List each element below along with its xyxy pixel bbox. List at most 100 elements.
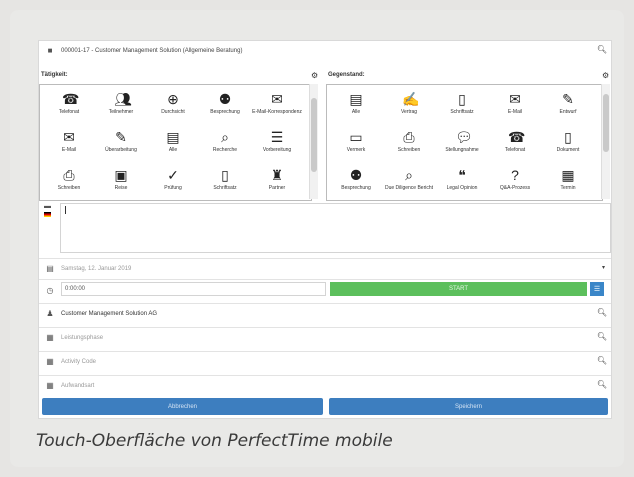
date-row[interactable]: ▤ Samstag, 12. Januar 2019 ▾ bbox=[39, 258, 611, 278]
note-icon: ▬ bbox=[44, 203, 51, 210]
taetigkeit-item-label: Schreiben bbox=[57, 185, 81, 191]
gegenstand-item-label: Schreiben bbox=[397, 147, 421, 153]
gegenstand-item[interactable]: ❝ Legal Opinion bbox=[437, 163, 487, 200]
taetigkeit-item[interactable]: ⚉ Besprechung bbox=[200, 87, 250, 125]
gegenstand-item[interactable]: ☎ Telefonat bbox=[490, 125, 540, 163]
table-icon: ▦ bbox=[46, 357, 54, 366]
gegenstand-item[interactable]: ? Q&A-Prozess bbox=[490, 163, 540, 200]
taetigkeit-item[interactable]: ✉ E-Mail bbox=[44, 125, 94, 163]
clock-icon: ◷ bbox=[46, 285, 54, 295]
search-icon[interactable]: 🔍︎ bbox=[597, 332, 607, 341]
group-icon: ⚉ bbox=[218, 91, 232, 107]
gegenstand-item[interactable]: ✉ E-Mail bbox=[490, 87, 540, 125]
description-textarea[interactable] bbox=[60, 203, 611, 253]
activity-code-placeholder: Activity Code bbox=[61, 358, 97, 365]
client-row[interactable]: ♟ Customer Management Solution AG 🔍︎ bbox=[39, 303, 611, 323]
gegenstand-item[interactable]: ▤ Alle bbox=[331, 87, 381, 125]
taetigkeit-item[interactable]: ✓ Prüfung bbox=[148, 163, 198, 200]
aufwandsart-placeholder: Aufwandsart bbox=[61, 382, 95, 389]
leistungsphase-row[interactable]: ▦ Leistungsphase 🔍︎ bbox=[39, 327, 611, 347]
draft-icon: ✎ bbox=[562, 91, 574, 107]
taetigkeit-item[interactable]: ⌕ Recherche bbox=[200, 125, 250, 163]
search-icon[interactable]: 🔍︎ bbox=[597, 380, 607, 389]
table-icon: ▦ bbox=[46, 381, 54, 390]
taetigkeit-scrollbar[interactable] bbox=[309, 84, 318, 199]
gegenstand-item-label: Entwurf bbox=[559, 109, 577, 115]
taetigkeit-item[interactable]: ▯ Schriftsatz bbox=[200, 163, 250, 200]
group-icon: ⚉ bbox=[349, 167, 363, 183]
envelope-icon: ✉ bbox=[509, 91, 521, 107]
search-icon[interactable]: 🔍︎ bbox=[597, 308, 607, 317]
taetigkeit-item[interactable]: 👥︎ Teilnehmer bbox=[96, 87, 146, 125]
perfecttime-app: ■ 000001-17 - Customer Management Soluti… bbox=[38, 40, 612, 419]
gegenstand-item[interactable]: ⎙ Schreiben bbox=[384, 125, 434, 163]
save-button[interactable]: Speichern bbox=[329, 398, 608, 415]
briefcase-icon: ■ bbox=[47, 46, 53, 55]
phone-icon: ☎ bbox=[508, 129, 526, 145]
scroll-thumb[interactable] bbox=[603, 94, 609, 152]
gegenstand-item-label: Termin bbox=[560, 185, 576, 191]
person-icon: ♟ bbox=[46, 309, 54, 318]
gegenstand-item[interactable]: ⌕ Due Diligence Bericht bbox=[384, 163, 434, 200]
taetigkeit-item-label: Prüfung bbox=[164, 185, 182, 191]
activity-code-row[interactable]: ▦ Activity Code 🔍︎ bbox=[39, 351, 611, 371]
taetigkeit-item-label: Schriftsatz bbox=[213, 185, 237, 191]
german-flag-icon[interactable] bbox=[44, 212, 51, 217]
time-input[interactable]: 0:00:00 bbox=[61, 282, 326, 296]
gegenstand-scrollbar[interactable] bbox=[601, 84, 610, 199]
project-row[interactable]: ■ 000001-17 - Customer Management Soluti… bbox=[39, 41, 611, 60]
taetigkeit-item[interactable]: ☎ Telefonat bbox=[44, 87, 94, 125]
search-icon[interactable]: 🔍︎ bbox=[597, 45, 607, 54]
gegenstand-item[interactable]: ✎ Entwurf bbox=[543, 87, 593, 125]
printer-icon: ⎙ bbox=[63, 167, 75, 183]
search-doc-icon: ⌕ bbox=[221, 129, 229, 145]
list-icon: ☰ bbox=[270, 129, 284, 145]
taetigkeit-item[interactable]: ✎ Überarbeitung bbox=[96, 125, 146, 163]
taetigkeit-item[interactable]: ♜ Partner bbox=[252, 163, 302, 200]
calendar-icon: ▤ bbox=[46, 264, 54, 273]
pencil-icon: ✎ bbox=[115, 129, 127, 145]
taetigkeit-item-label: Überarbeitung bbox=[105, 147, 137, 153]
taetigkeit-item[interactable]: ✉ E-Mail-Korrespondenz bbox=[252, 87, 302, 125]
date-value: Samstag, 12. Januar 2019 bbox=[61, 265, 132, 272]
dropdown-arrow-icon[interactable]: ▾ bbox=[602, 264, 605, 271]
mails-icon: ✉ bbox=[271, 91, 283, 107]
contract-icon: ✍ bbox=[402, 91, 420, 107]
start-button[interactable]: START bbox=[330, 282, 587, 296]
gear-icon[interactable]: ⚙ bbox=[602, 71, 609, 80]
scroll-thumb[interactable] bbox=[311, 98, 317, 172]
taetigkeit-item[interactable]: ☰ Vorbereitung bbox=[252, 125, 302, 163]
gegenstand-item[interactable]: ▦ Termin bbox=[543, 163, 593, 200]
speech-icon: 💬︎ bbox=[455, 129, 473, 145]
gegenstand-item[interactable]: ▯ Dokument bbox=[543, 125, 593, 163]
taetigkeit-grid: ☎ Telefonat 👥︎ Teilnehmer ⊕ Durchsicht ⚉ Bespre… bbox=[39, 84, 312, 201]
gegenstand-item-label: Q&A-Prozess bbox=[499, 185, 531, 191]
list-button[interactable]: ☰ bbox=[590, 282, 604, 296]
note-icon: ▭ bbox=[349, 129, 363, 145]
zoom-icon: ⊕ bbox=[167, 91, 179, 107]
taetigkeit-item-label: Reise bbox=[114, 185, 128, 191]
gegenstand-item[interactable]: ⚉ Besprechung bbox=[331, 163, 381, 200]
gegenstand-item[interactable]: ✍ Vertrag bbox=[384, 87, 434, 125]
aufwandsart-row[interactable]: ▦ Aufwandsart 🔍︎ bbox=[39, 375, 611, 395]
cancel-button[interactable]: Abbrechen bbox=[42, 398, 323, 415]
gegenstand-item-label: Vertrag bbox=[400, 109, 418, 115]
gegenstand-item[interactable]: ▭ Vermerk bbox=[331, 125, 381, 163]
gegenstand-item[interactable]: 💬︎ Stellungnahme bbox=[437, 125, 487, 163]
taetigkeit-item-label: Partner bbox=[268, 185, 286, 191]
envelope-icon: ✉ bbox=[63, 129, 75, 145]
taetigkeit-item[interactable]: ▣ Reise bbox=[96, 163, 146, 200]
search-icon[interactable]: 🔍︎ bbox=[597, 356, 607, 365]
document-icon: ▯ bbox=[564, 129, 572, 145]
taetigkeit-header: Tätigkeit: bbox=[41, 72, 68, 78]
gear-icon[interactable]: ⚙ bbox=[311, 71, 318, 80]
taetigkeit-item-label: Telefonat bbox=[58, 109, 80, 115]
image-caption: Touch-Oberfläche von PerfectTime mobile bbox=[36, 431, 393, 451]
gegenstand-item[interactable]: ▯ Schriftsatz bbox=[437, 87, 487, 125]
taetigkeit-item[interactable]: ▤ Alle bbox=[148, 125, 198, 163]
taetigkeit-item[interactable]: ⎙ Schreiben bbox=[44, 163, 94, 200]
people-icon: 👥︎ bbox=[114, 91, 132, 107]
documents-icon: ▤ bbox=[349, 91, 363, 107]
taetigkeit-item[interactable]: ⊕ Durchsicht bbox=[148, 87, 198, 125]
gegenstand-grid: ▤ Alle ✍ Vertrag ▯ Schriftsatz ✉ E-Mail ✎ Entwurf… bbox=[326, 84, 603, 201]
